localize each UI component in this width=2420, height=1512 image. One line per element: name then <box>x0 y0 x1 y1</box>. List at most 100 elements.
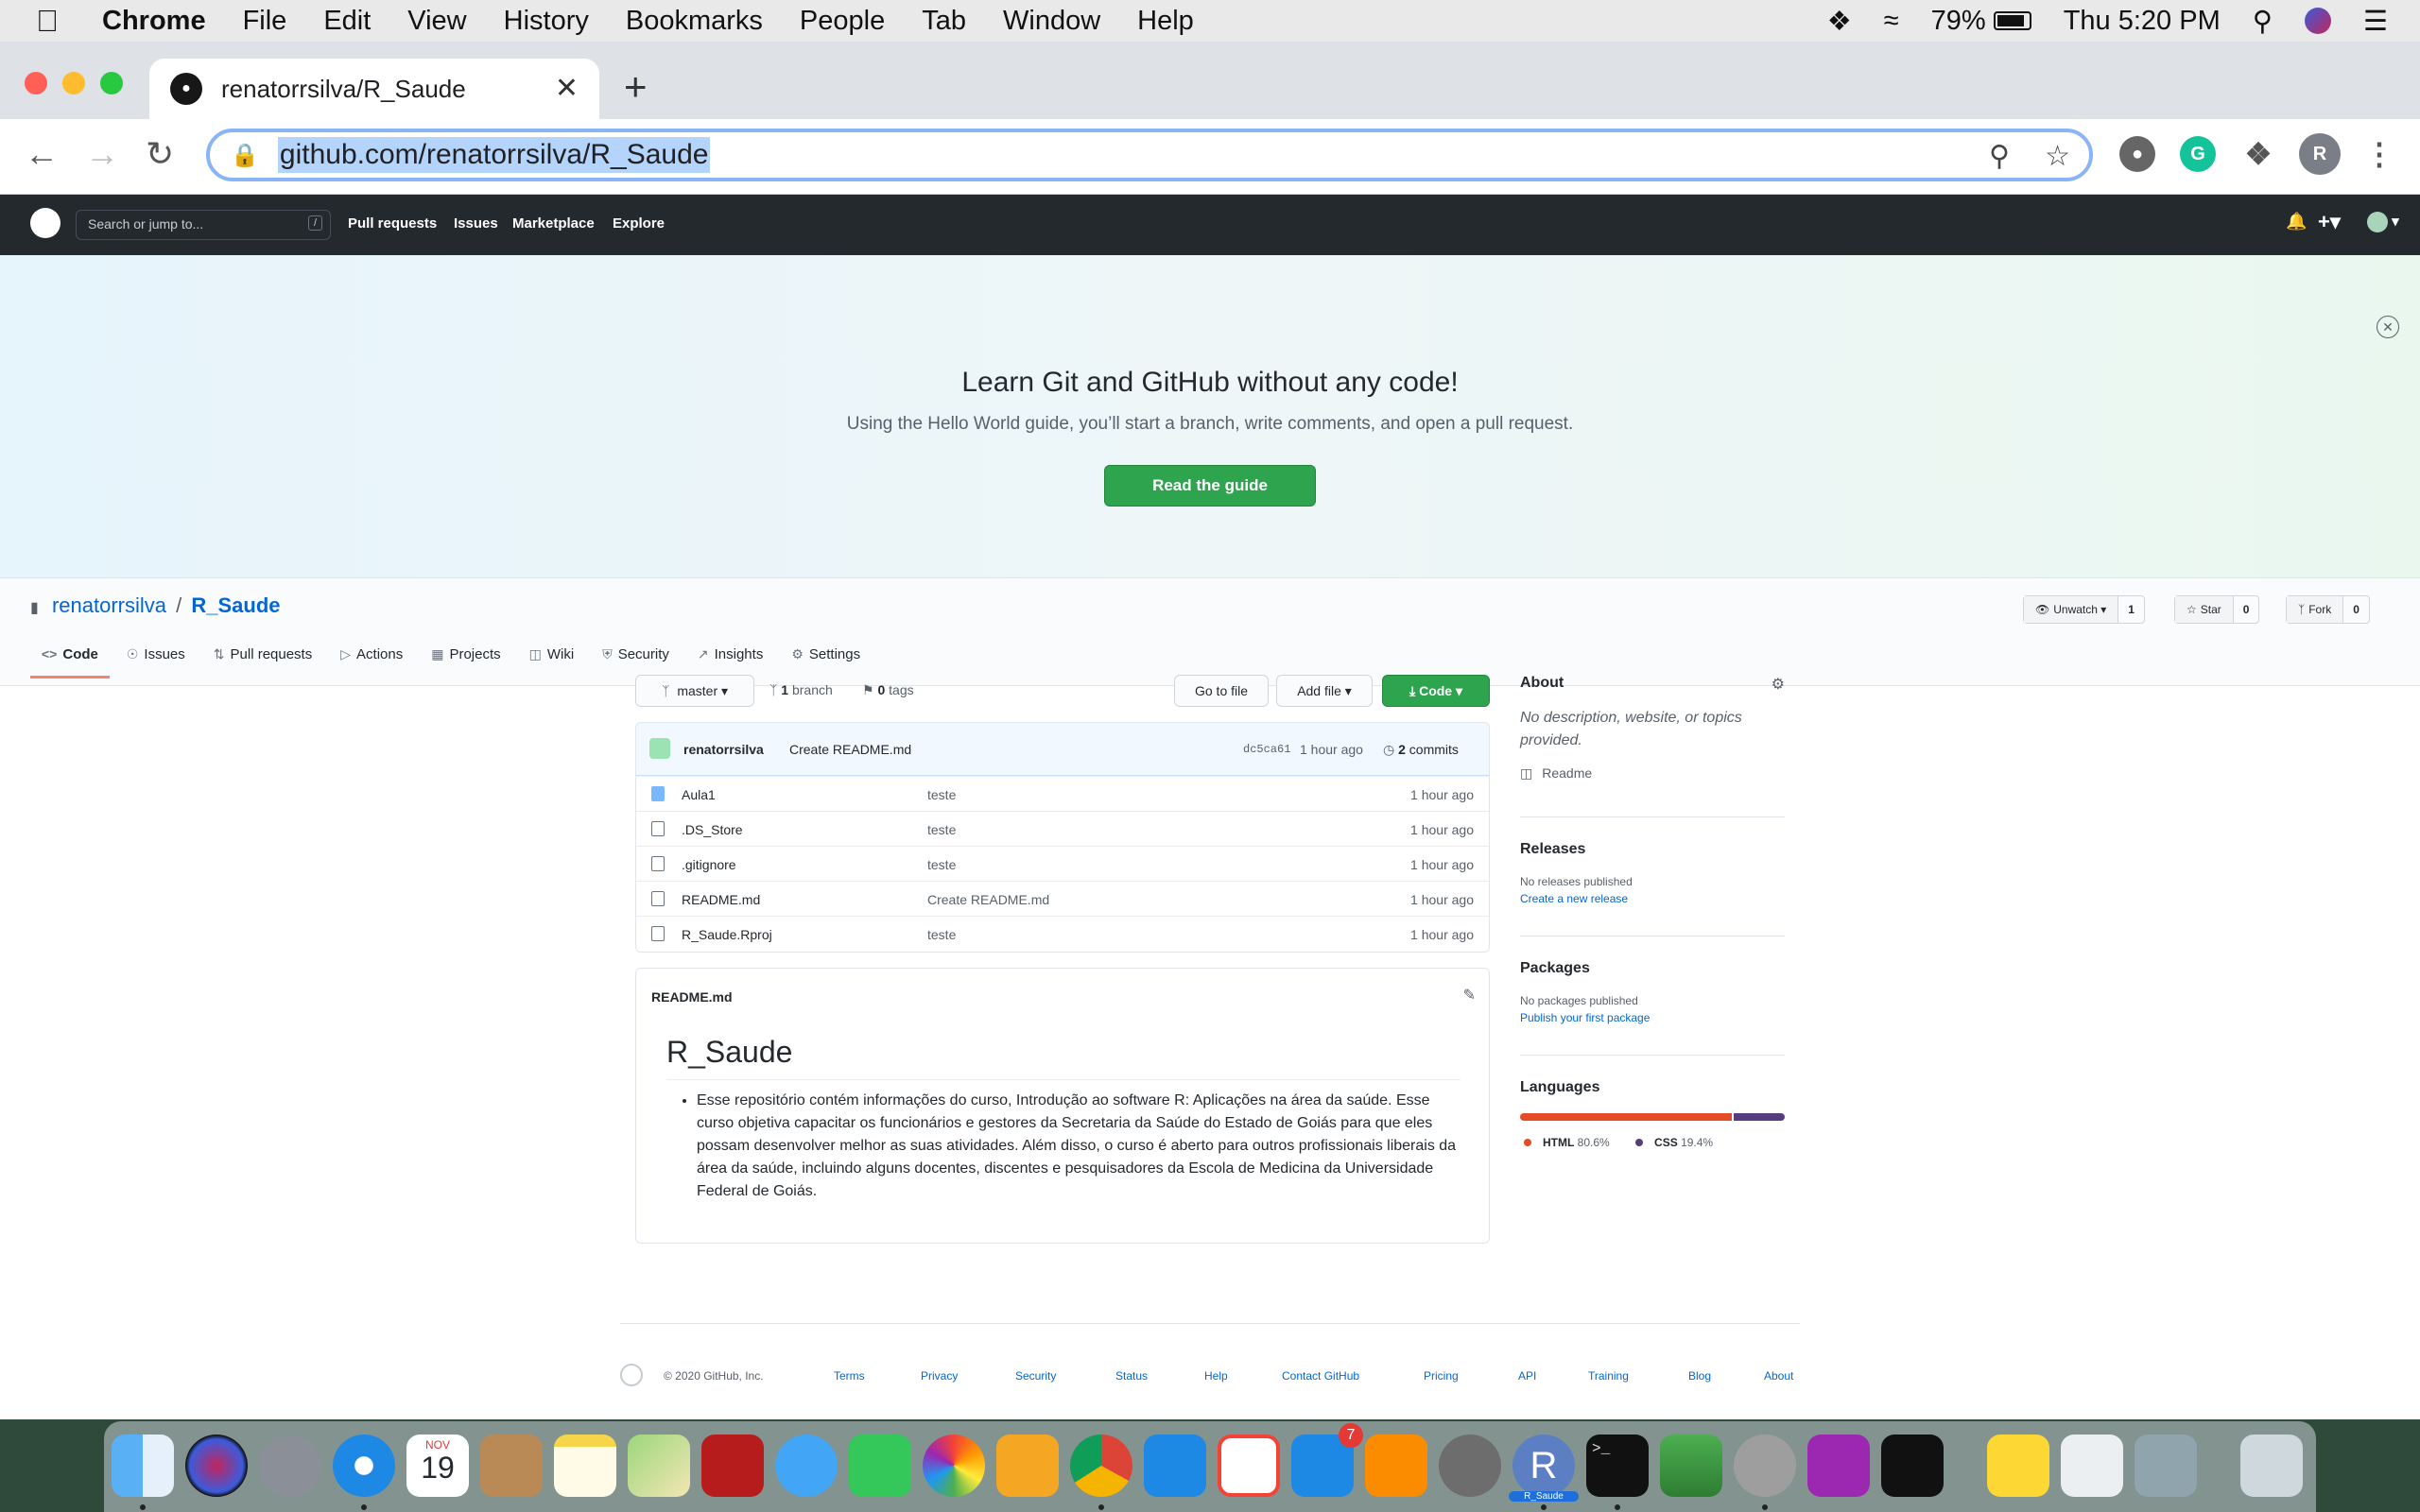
safari-icon[interactable] <box>333 1435 395 1497</box>
nav-issues[interactable]: Issues <box>454 215 498 232</box>
tab-code[interactable]: <> Code <box>30 646 110 679</box>
spotlight-search-icon[interactable]: ⚲ <box>2253 5 2273 38</box>
menu-window[interactable]: Window <box>1003 6 1100 37</box>
extension-analytics-icon[interactable]: ● <box>2119 136 2155 172</box>
github-logo-icon[interactable] <box>30 208 60 238</box>
document-icon[interactable] <box>2061 1435 2123 1497</box>
file-commit-message[interactable]: teste <box>927 787 956 802</box>
nav-pull-requests[interactable]: Pull requests <box>348 215 437 232</box>
language-html[interactable]: HTML 80.6% <box>1524 1136 1610 1149</box>
star-button[interactable]: ☆ Star 0 <box>2174 595 2260 624</box>
contacts-icon[interactable] <box>480 1435 543 1497</box>
notification-center-icon[interactable]: ☰ <box>2363 5 2388 38</box>
numbers-icon[interactable] <box>1660 1435 1722 1497</box>
fork-button[interactable]: ᛉ Fork 0 <box>2286 595 2370 624</box>
books-icon[interactable] <box>1365 1435 1427 1497</box>
tags-link[interactable]: ⚑ 0 tags <box>862 682 914 698</box>
fork-count[interactable]: 0 <box>2343 603 2369 616</box>
bookmark-star-icon[interactable]: ☆ <box>2045 140 2070 173</box>
notifications-bell-icon[interactable]: 🔔 <box>2286 212 2307 232</box>
footer-link-help[interactable]: Help <box>1204 1369 1228 1383</box>
back-icon[interactable]: ← <box>25 134 59 174</box>
menu-bookmarks[interactable]: Bookmarks <box>626 6 763 37</box>
menu-people[interactable]: People <box>800 6 885 37</box>
commits-link[interactable]: ◷ 2 commits <box>1383 742 1459 758</box>
lock-icon[interactable]: 🔒 <box>231 142 259 169</box>
go-to-file-button[interactable]: Go to file <box>1174 675 1269 707</box>
forward-icon[interactable]: → <box>85 134 119 174</box>
battery-icon[interactable] <box>1993 11 2031 30</box>
create-new-icon[interactable]: +▾ <box>2318 210 2341 234</box>
footer-link-training[interactable]: Training <box>1588 1369 1629 1383</box>
file-name[interactable]: .gitignore <box>682 857 736 872</box>
file-row[interactable]: README.md Create README.md 1 hour ago <box>636 881 1489 916</box>
file-row[interactable]: .DS_Store teste 1 hour ago <box>636 811 1489 846</box>
commit-sha[interactable]: dc5ca61 <box>1243 743 1290 756</box>
extensions-puzzle-icon[interactable]: ❖ <box>2240 136 2276 172</box>
nav-explore[interactable]: Explore <box>613 215 665 232</box>
readme-link[interactable]: ◫ Readme <box>1520 765 1785 782</box>
maximize-window-button[interactable] <box>100 72 123 94</box>
about-settings-gear-icon[interactable]: ⚙ <box>1772 675 1785 694</box>
nav-marketplace[interactable]: Marketplace <box>512 215 595 232</box>
apple-menu-icon[interactable]:  <box>36 4 74 39</box>
menu-app-chrome[interactable]: Chrome <box>102 6 206 37</box>
finder-icon[interactable] <box>112 1435 174 1497</box>
author-avatar[interactable] <box>649 738 670 759</box>
file-commit-message[interactable]: teste <box>927 927 956 942</box>
podcasts-icon[interactable] <box>1807 1435 1870 1497</box>
siri-icon[interactable] <box>2305 8 2331 34</box>
footer-link-security[interactable]: Security <box>1015 1369 1056 1383</box>
messages-icon[interactable] <box>775 1435 838 1497</box>
footer-link-api[interactable]: API <box>1518 1369 1536 1383</box>
minimize-window-button[interactable] <box>62 72 85 94</box>
file-name[interactable]: .DS_Store <box>682 822 743 837</box>
language-css[interactable]: CSS 19.4% <box>1635 1136 1713 1149</box>
file-commit-message[interactable]: teste <box>927 857 956 872</box>
code-download-button[interactable]: ⤓ Code ▾ <box>1382 675 1490 707</box>
user-avatar-menu[interactable]: ▾ <box>2367 212 2399 232</box>
reload-icon[interactable]: ↻ <box>146 134 174 174</box>
github-footer-logo-icon[interactable] <box>620 1364 643 1386</box>
tex-icon[interactable] <box>1734 1435 1796 1497</box>
tab-insights[interactable]: ↗ Insights <box>686 646 774 679</box>
chrome-icon[interactable] <box>1070 1435 1132 1497</box>
file-row[interactable]: R_Saude.Rproj teste 1 hour ago <box>636 916 1489 951</box>
add-file-button[interactable]: Add file ▾ <box>1276 675 1373 707</box>
facetime-icon[interactable] <box>849 1435 911 1497</box>
file-name[interactable]: R_Saude.Rproj <box>682 927 772 942</box>
calendar-icon[interactable]: NOV 19 <box>406 1435 469 1497</box>
file-row[interactable]: Aula1 teste 1 hour ago <box>636 776 1489 811</box>
github-search-input[interactable]: Search or jump to... / <box>76 210 331 240</box>
tab-projects[interactable]: ▦ Projects <box>420 646 511 679</box>
menu-view[interactable]: View <box>407 6 466 37</box>
file-row[interactable]: .gitignore teste 1 hour ago <box>636 846 1489 881</box>
rstudio-icon[interactable]: R <box>1512 1435 1575 1497</box>
branch-select-button[interactable]: ᛉ master ▾ <box>635 675 754 707</box>
close-banner-icon[interactable]: ✕ <box>2377 316 2399 338</box>
footer-link-pricing[interactable]: Pricing <box>1424 1369 1459 1383</box>
profile-avatar[interactable]: R <box>2299 133 2341 175</box>
keynote-icon[interactable] <box>1144 1435 1206 1497</box>
bibdesk-icon[interactable] <box>1987 1435 2049 1497</box>
footer-link-privacy[interactable]: Privacy <box>921 1369 958 1383</box>
tab-pull-requests[interactable]: ⇅ Pull requests <box>202 646 323 679</box>
browser-tab[interactable]: ● renatorrsilva/R_Saude ✕ <box>149 59 599 119</box>
clock[interactable]: Thu 5:20 PM <box>2064 6 2221 37</box>
close-window-button[interactable] <box>25 72 47 94</box>
tab-security[interactable]: ⛨ Security <box>591 646 681 679</box>
tab-actions[interactable]: ▷ Actions <box>329 646 414 679</box>
new-tab-icon[interactable]: + <box>624 64 648 110</box>
commit-message[interactable]: Create README.md <box>789 742 911 757</box>
trash-icon[interactable] <box>2240 1435 2303 1497</box>
launchpad-icon[interactable] <box>259 1435 321 1497</box>
star-count[interactable]: 0 <box>2234 603 2259 616</box>
system-preferences-icon[interactable] <box>1439 1435 1501 1497</box>
tab-issues[interactable]: ☉ Issues <box>115 646 197 679</box>
chrome-menu-icon[interactable]: ⋮ <box>2361 136 2397 172</box>
apple-tv-icon[interactable] <box>1881 1435 1944 1497</box>
menu-edit[interactable]: Edit <box>323 6 371 37</box>
footer-link-about[interactable]: About <box>1764 1369 1793 1383</box>
menu-history[interactable]: History <box>504 6 589 37</box>
photo-booth-icon[interactable] <box>701 1435 764 1497</box>
